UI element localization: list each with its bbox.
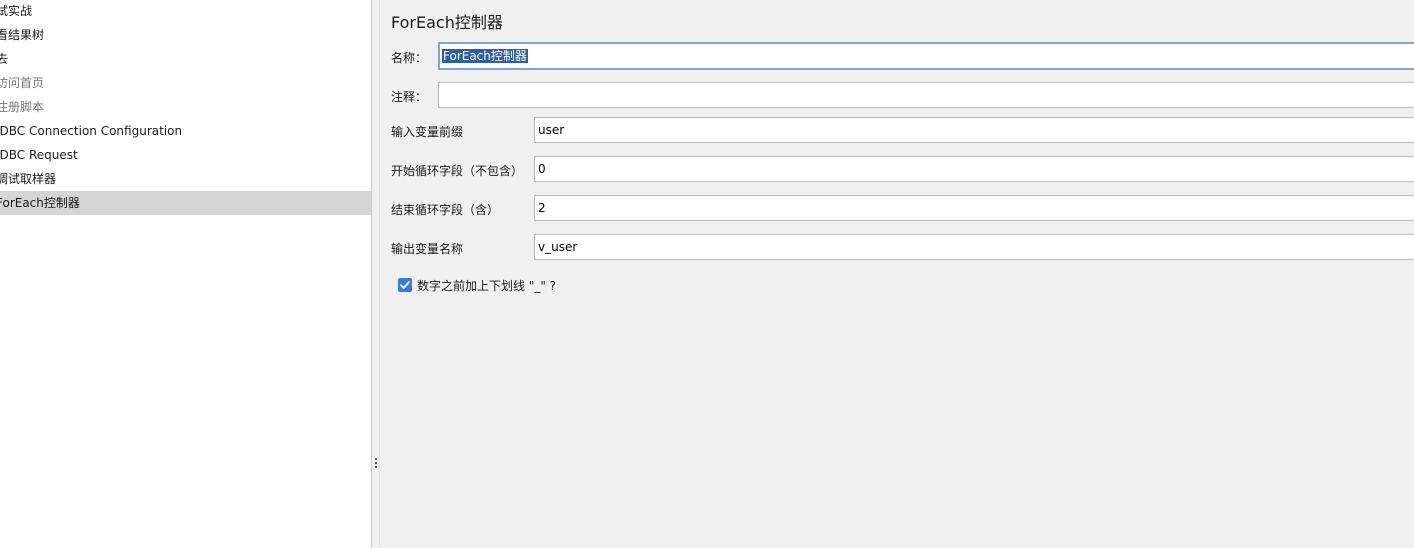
name-field-value: ForEach控制器 <box>442 49 528 63</box>
name-label: 名称： <box>391 51 428 65</box>
tree-item-go[interactable]: 去 <box>0 47 371 71</box>
tree-item-foreach-controller[interactable]: ForEach控制器 <box>0 191 371 215</box>
underscore-checkbox[interactable] <box>398 278 412 292</box>
tree-item-view-results-tree[interactable]: 看结果树 <box>0 23 371 47</box>
start-index-label: 开始循环字段（不包含） <box>391 164 524 178</box>
input-prefix-label: 输入变量前缀 <box>391 125 464 139</box>
comment-label: 注释： <box>391 90 428 104</box>
page-title: ForEach控制器 <box>391 13 503 32</box>
foreach-controller-panel: ForEach控制器 名称： ForEach控制器 注释： 输入变量前缀 开始循… <box>380 0 1414 548</box>
divider-grip-dot <box>375 462 377 464</box>
checkmark-icon <box>400 281 410 289</box>
divider-grip-dot <box>375 466 377 468</box>
start-index-field[interactable] <box>534 156 1414 182</box>
input-prefix-field[interactable] <box>534 117 1414 143</box>
tree-item-jdbc-request[interactable]: JDBC Request <box>0 143 371 167</box>
split-pane-divider[interactable] <box>371 0 380 548</box>
underscore-checkbox-label[interactable]: 数字之前加上下划线 "_" ? <box>417 277 556 294</box>
tree-item-visit-home[interactable]: 访问首页 <box>0 71 371 95</box>
test-plan-tree: 试实战 看结果树 去 访问首页 注册脚本 JDBC Connection Con… <box>0 0 371 548</box>
tree-item-jdbc-connection-config[interactable]: JDBC Connection Configuration <box>0 119 371 143</box>
comment-field[interactable] <box>438 82 1414 108</box>
tree-item-register-script[interactable]: 注册脚本 <box>0 95 371 119</box>
output-var-field[interactable] <box>534 234 1414 260</box>
end-index-field[interactable] <box>534 195 1414 221</box>
output-var-label: 输出变量名称 <box>391 242 464 256</box>
end-index-label: 结束循环字段（含） <box>391 203 500 217</box>
divider-grip-icon <box>375 458 377 460</box>
tree-item-practice[interactable]: 试实战 <box>0 0 371 23</box>
tree-item-debug-sampler[interactable]: 调试取样器 <box>0 167 371 191</box>
name-field[interactable]: ForEach控制器 <box>438 42 1414 70</box>
